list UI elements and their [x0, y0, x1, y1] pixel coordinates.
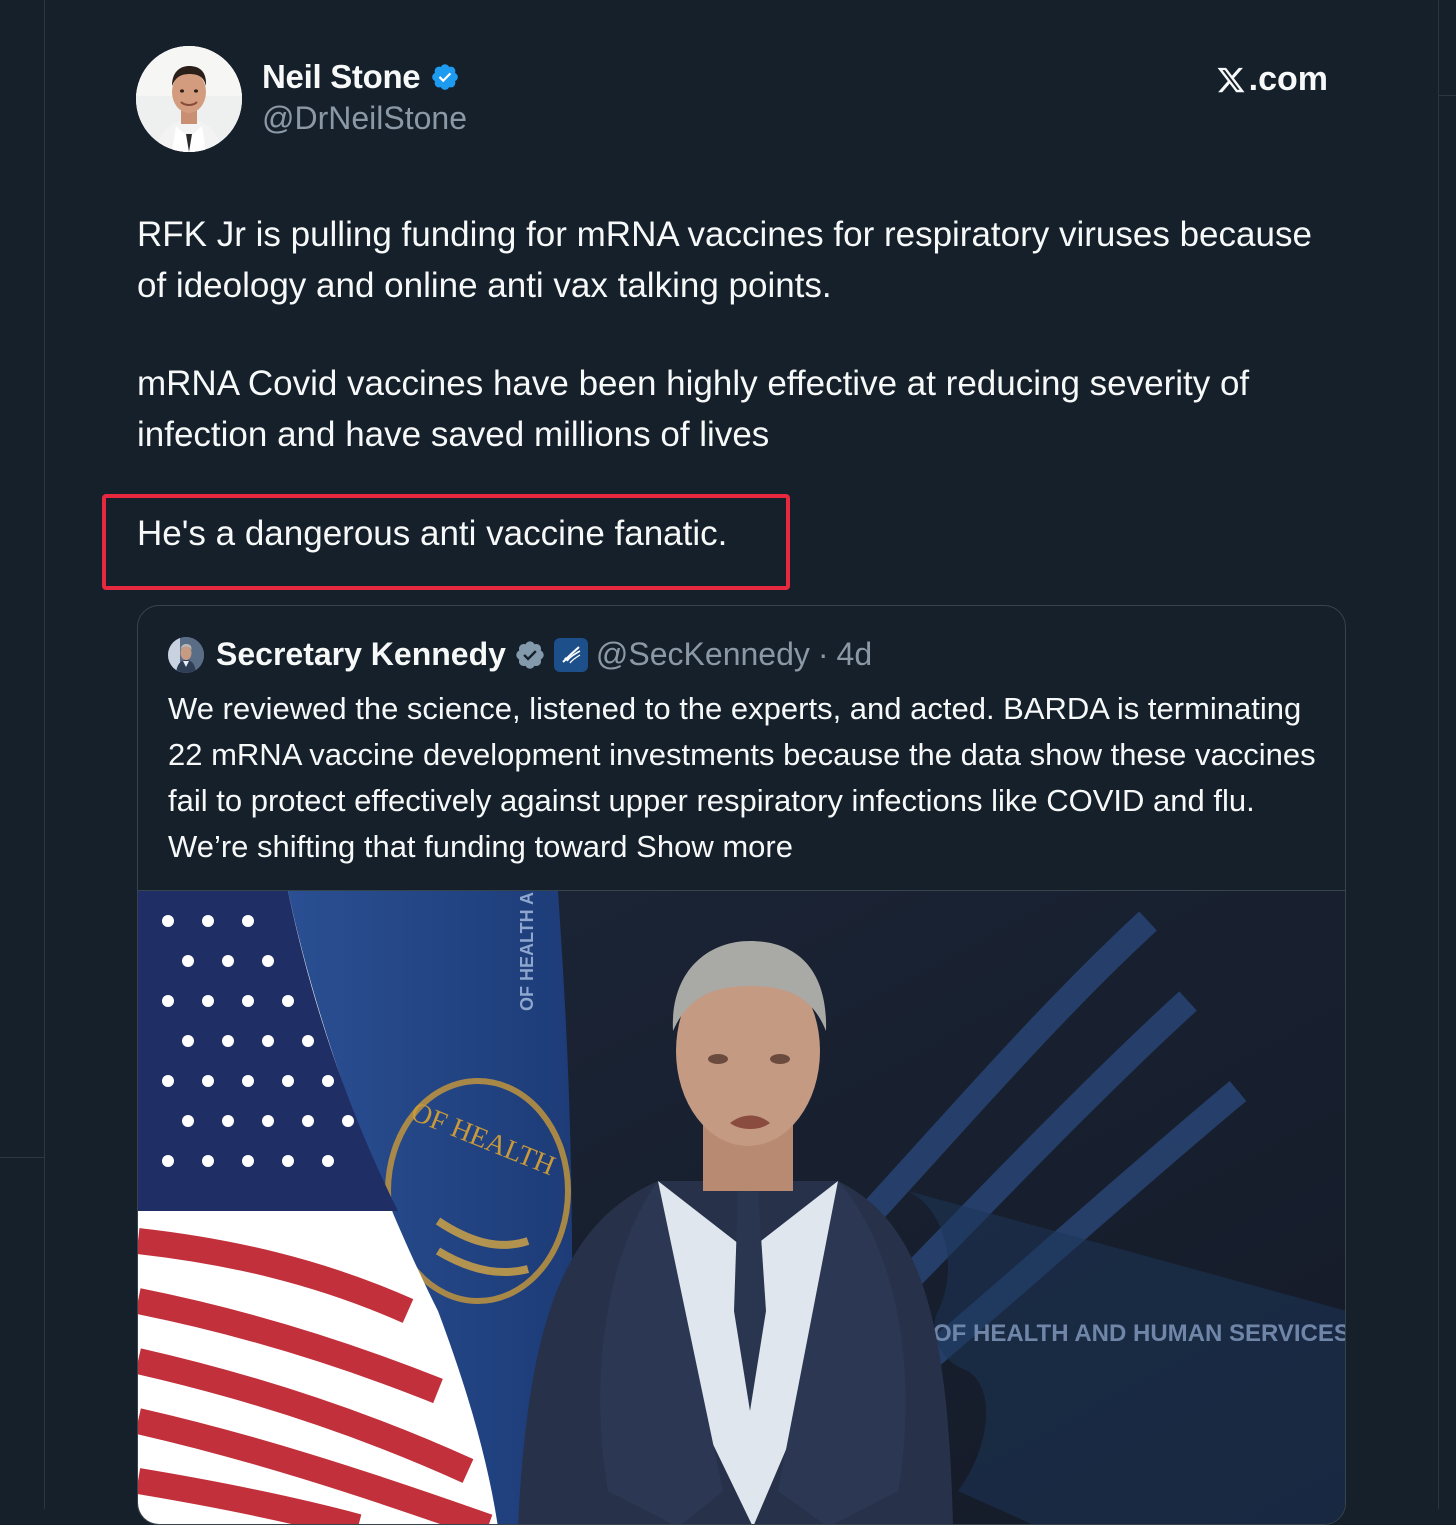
quoted-author-name[interactable]: Secretary Kennedy — [216, 636, 506, 673]
quoted-tweet-card[interactable]: Secretary Kennedy @SecKennedy · 4d We re… — [137, 605, 1346, 1525]
hhs-banner-text: OF HEALTH AND HUMAN SERVICES — [933, 1320, 1346, 1347]
timestamp-separator: · — [817, 636, 829, 672]
gov-verified-badge-icon — [514, 639, 546, 671]
quoted-tweet-video[interactable]: OF HEALTH AN OF HEALTH OF HEALTH AND HUM… — [138, 890, 1346, 1524]
flag-text: OF HEALTH AN — [517, 891, 537, 1011]
x-brand: .com — [1215, 60, 1328, 99]
quoted-tweet-timestamp[interactable]: 4d — [837, 636, 873, 673]
author-handle[interactable]: @DrNeilStone — [262, 100, 467, 137]
quoted-tweet-header: Secretary Kennedy @SecKennedy · 4d — [168, 636, 872, 673]
quoted-tweet-body: We reviewed the science, listened to the… — [168, 686, 1323, 870]
author-name-row: Neil Stone — [262, 58, 460, 96]
red-highlight-box — [102, 494, 790, 590]
page-divider-right-tick — [1438, 95, 1456, 96]
page-divider-right — [1438, 0, 1439, 1509]
quoted-author-handle[interactable]: @SecKennedy — [596, 636, 810, 673]
author-name[interactable]: Neil Stone — [262, 58, 421, 96]
author-avatar[interactable] — [136, 46, 242, 152]
x-logo-icon — [1215, 65, 1247, 95]
verified-badge-icon — [430, 62, 460, 92]
show-more-link[interactable]: Show more — [636, 829, 793, 864]
brand-domain-label: .com — [1248, 60, 1328, 98]
tweet-paragraph-2: mRNA Covid vaccines have been highly eff… — [137, 364, 1250, 454]
tweet-paragraph-1: RFK Jr is pulling funding for mRNA vacci… — [137, 215, 1312, 305]
quoted-author-avatar[interactable] — [168, 636, 204, 673]
page-divider-left — [44, 0, 45, 1509]
hhs-agency-badge-icon[interactable] — [553, 637, 588, 672]
page-divider-left-lower — [0, 1157, 44, 1158]
